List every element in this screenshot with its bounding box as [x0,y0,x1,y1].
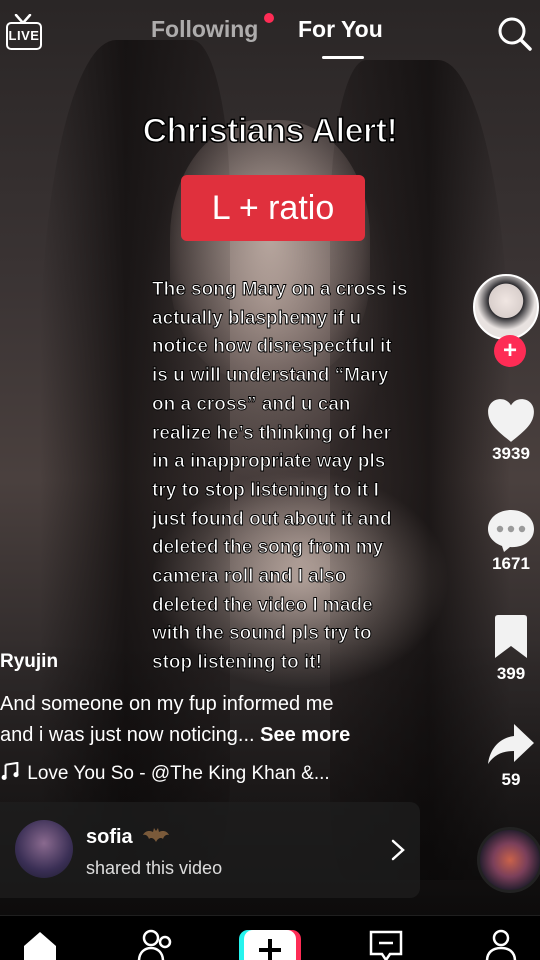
creator-avatar[interactable] [473,274,540,344]
overlay-line: stop listening to it! [152,652,323,674]
caption-line-2: and i was just now noticing... See more [0,724,351,746]
overlay-line: actually blasphemy if u [152,307,362,329]
comment-icon [488,510,534,552]
like-button[interactable]: 3939 [476,398,540,464]
avatar[interactable] [473,274,539,340]
profile-icon[interactable] [481,928,521,960]
overlay-line: The song Mary on a cross is [152,279,408,301]
overlay-title: Christians Alert! [142,111,399,151]
create-icon[interactable] [239,930,301,960]
shared-by-banner[interactable]: sofia shared this video [0,802,420,898]
overlay-line: deleted the song from my [152,537,384,559]
music-disc[interactable] [477,827,540,893]
overlay-line: just found out about it and [152,508,392,530]
tab-following[interactable]: Following [151,16,258,43]
overlay-line: with the sound pls try to [152,623,372,645]
sharer-avatar [15,820,73,878]
video-feed-screen[interactable]: LIVE Following For You Christians Alert!… [0,0,540,960]
author-name[interactable]: Ryujin [0,651,58,673]
feed-tabs: Following For You [0,13,540,66]
music-note-icon [1,762,19,780]
friends-icon[interactable] [136,928,176,960]
sharer-name: sofia [86,826,170,849]
following-notification-dot [264,13,274,23]
search-icon[interactable] [497,16,533,52]
see-more-link[interactable]: See more [260,724,350,746]
heart-icon [488,399,534,442]
bookmark-button[interactable]: 399 [476,614,540,684]
bookmark-count: 399 [496,664,526,683]
overlay-line: in a inappropriate way pls [152,451,386,473]
overlay-line: is u will understand “Mary [152,365,389,387]
sharer-subtitle: shared this video [86,858,223,878]
home-icon[interactable] [20,928,60,960]
overlay-line: try to stop listening to it I [152,479,380,501]
comment-button[interactable]: 1671 [476,508,540,574]
inbox-icon[interactable] [366,928,406,960]
chevron-right-icon[interactable] [388,838,408,862]
overlay-line: realize he’s thinking of her [152,422,392,444]
share-icon [488,724,534,764]
share-count: 59 [501,770,521,789]
overlay-line: camera roll and I also [152,566,347,588]
bat-emoji-icon [143,828,170,842]
share-button[interactable]: 59 [476,722,540,790]
comment-count: 1671 [492,554,530,573]
music-info[interactable]: Love You So - @The King Khan &... [0,762,400,785]
music-title: Love You So - @The King Khan &... [27,763,330,784]
bottom-nav [0,915,540,960]
caption[interactable]: And someone on my fup informed me and i … [0,689,400,751]
follow-button[interactable]: + [494,335,526,367]
overlay-line: deleted the video I made [152,594,374,616]
overlay-line: notice how disrespectful it [152,336,393,358]
like-count: 3939 [492,444,530,463]
active-tab-indicator [322,56,364,59]
tab-for-you[interactable]: For You [298,16,383,43]
overlay-line: on a cross” and u can [152,393,351,415]
bottom-gradient [0,640,540,960]
overlay-body: The song Mary on a cross is actually bla… [152,276,452,678]
bookmark-icon [495,615,527,658]
caption-line: And someone on my fup informed me [0,693,334,715]
overlay-badge: L + ratio [181,175,365,241]
